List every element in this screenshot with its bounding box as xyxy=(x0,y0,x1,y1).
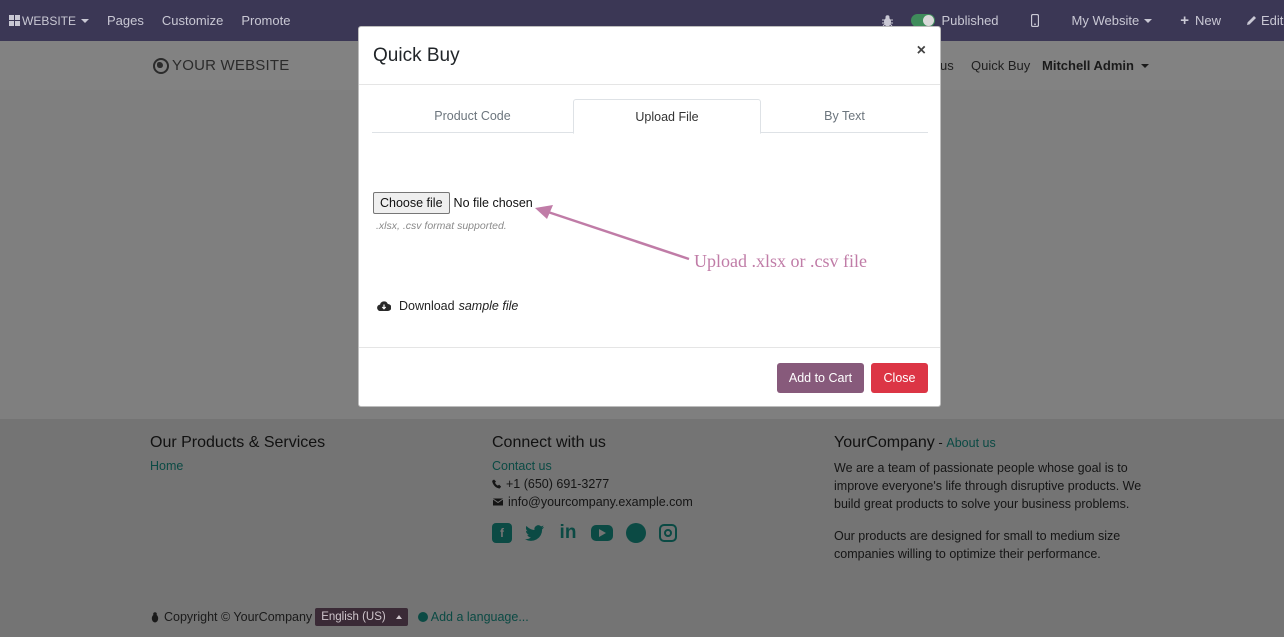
globe-icon xyxy=(153,57,169,74)
linkedin-icon[interactable]: in xyxy=(558,522,578,543)
caret-down-icon xyxy=(1144,18,1153,23)
tab-upload-file[interactable]: Upload File xyxy=(573,99,761,134)
website-menu[interactable]: WEBSITE xyxy=(0,0,98,41)
tab-bar: Product Code Upload File By Text xyxy=(372,99,928,134)
download-sample-link[interactable]: Download sample file xyxy=(377,299,518,313)
modal-footer: Add to Cart Close xyxy=(359,347,940,406)
choose-file-button[interactable]: Choose file xyxy=(373,192,450,214)
mobile-preview-button[interactable] xyxy=(1013,0,1057,41)
file-input[interactable]: Choose file No file chosen xyxy=(373,192,533,214)
cloud-download-icon xyxy=(377,301,391,311)
pencil-icon xyxy=(1247,16,1256,25)
footer-products: Our Products & Services Home xyxy=(150,434,325,477)
footer-connect: Connect with us Contact us +1 (650) 691-… xyxy=(492,434,693,543)
add-language-link[interactable]: Add a language... xyxy=(417,610,529,624)
footer-about-text: We are a team of passionate people whose… xyxy=(834,461,1142,511)
plus-circle-icon xyxy=(417,612,428,622)
footer-about-text: Our products are designed for small to m… xyxy=(834,529,1121,561)
modal-header: Quick Buy × xyxy=(359,27,940,85)
close-button[interactable]: Close xyxy=(871,363,928,393)
add-to-cart-button[interactable]: Add to Cart xyxy=(777,363,864,393)
promote-menu[interactable]: Promote xyxy=(232,0,299,41)
bug-icon xyxy=(882,14,894,26)
nav-item-quick-buy[interactable]: Quick Buy xyxy=(971,41,1030,90)
twitter-icon[interactable] xyxy=(525,523,545,543)
footer-email[interactable]: info@yourcompany.example.com xyxy=(492,495,693,509)
new-button[interactable]: + New xyxy=(1167,0,1234,41)
copyright: Copyright © YourCompany English (US) Add… xyxy=(150,608,529,626)
footer-link-home[interactable]: Home xyxy=(150,459,325,473)
file-status: No file chosen xyxy=(453,196,533,210)
site-footer: Our Products & Services Home Connect wit… xyxy=(0,419,1284,637)
footer-heading: Our Products & Services xyxy=(150,434,326,451)
envelope-icon xyxy=(492,498,504,506)
instagram-icon[interactable] xyxy=(659,524,677,542)
youtube-icon[interactable] xyxy=(591,525,613,541)
format-hint: .xlsx, .csv format supported. xyxy=(376,220,507,232)
footer-heading: Connect with us xyxy=(492,434,606,451)
facebook-icon[interactable]: f xyxy=(492,523,512,543)
quick-buy-modal: Quick Buy × Product Code Upload File By … xyxy=(358,26,941,407)
modal-title: Quick Buy xyxy=(373,45,460,66)
bug-icon xyxy=(151,611,159,622)
caret-down-icon xyxy=(1140,63,1149,68)
apps-icon xyxy=(9,15,20,26)
tab-by-text[interactable]: By Text xyxy=(761,99,928,133)
social-links: f in xyxy=(492,522,693,543)
tab-product-code[interactable]: Product Code xyxy=(372,99,573,133)
my-website-menu[interactable]: My Website xyxy=(1057,0,1168,41)
close-icon[interactable]: × xyxy=(917,42,926,60)
nav-item-about[interactable]: us xyxy=(940,41,954,90)
phone-icon xyxy=(492,479,502,489)
annotation-arrow xyxy=(535,205,690,261)
user-menu[interactable]: Mitchell Admin xyxy=(1042,41,1149,90)
language-selector[interactable]: English (US) xyxy=(315,608,408,626)
footer-about: YourCompany - About us We are a team of … xyxy=(834,434,1154,577)
pages-menu[interactable]: Pages xyxy=(98,0,153,41)
footer-link-contact[interactable]: Contact us xyxy=(492,459,693,473)
edit-button[interactable]: Edit xyxy=(1234,0,1284,41)
caret-up-icon xyxy=(395,615,402,619)
annotation-text: Upload .xlsx or .csv file xyxy=(694,251,867,271)
footer-phone: +1 (650) 691-3277 xyxy=(492,477,693,491)
footer-link-about[interactable]: About us xyxy=(946,436,995,450)
mobile-icon xyxy=(1030,14,1039,27)
footer-heading: YourCompany - About us xyxy=(834,434,996,451)
caret-down-icon xyxy=(81,18,90,23)
github-icon[interactable] xyxy=(626,523,646,543)
plus-icon: + xyxy=(1180,12,1189,29)
customize-menu[interactable]: Customize xyxy=(153,0,232,41)
site-logo[interactable]: YOUR WEBSITE xyxy=(153,57,289,74)
